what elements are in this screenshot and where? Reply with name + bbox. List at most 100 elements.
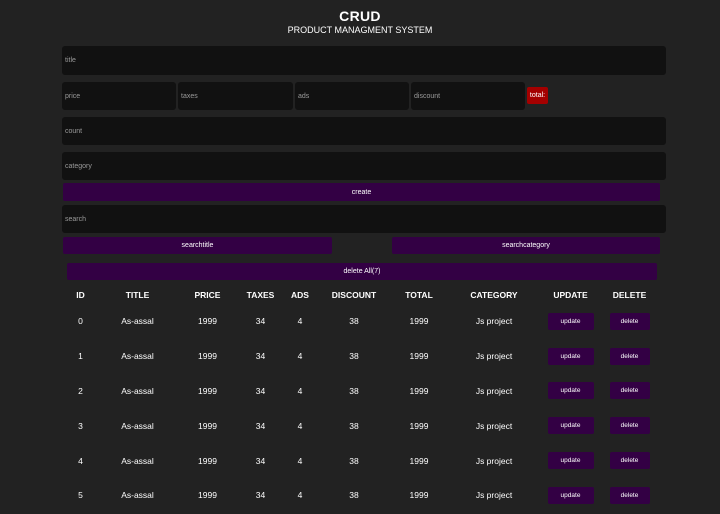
col-header-price: PRICE <box>194 290 221 300</box>
cell-discount: 38 <box>349 351 359 362</box>
delete-button[interactable]: delete <box>609 347 650 365</box>
cell-delete: delete <box>601 443 658 478</box>
cell-category: Js project <box>475 420 513 431</box>
cell-total: 1999 <box>409 385 429 396</box>
delete-button[interactable]: delete <box>609 382 650 400</box>
cell-delete: delete <box>601 304 658 339</box>
taxes-input[interactable]: taxes <box>178 82 293 110</box>
update-button[interactable]: update <box>547 417 594 435</box>
table-row: 0 As-assal 1999 34 4 38 1999 Js project update de… <box>62 304 658 339</box>
cell-total: 1999 <box>409 420 429 431</box>
ads-input[interactable]: ads <box>295 82 409 110</box>
col-header-id: ID <box>76 290 85 300</box>
col-header-ads: ADS <box>291 290 309 300</box>
cell-update: update <box>540 374 601 409</box>
cell-category: Js project <box>475 455 513 466</box>
table-row: 4 As-assal 1999 34 4 38 1999 Js project update de… <box>62 443 658 478</box>
cell-discount: 38 <box>349 490 359 501</box>
cell-id: 2 <box>78 385 83 396</box>
price-input[interactable]: price <box>62 82 176 110</box>
cell-update: update <box>540 478 601 513</box>
cell-price: 1999 <box>198 316 217 327</box>
update-button[interactable]: update <box>547 452 594 470</box>
products-table: ID TITLE PRICE TAXES ADS DISCOUNT TOTAL … <box>62 286 658 513</box>
cell-price: 1999 <box>198 385 217 396</box>
cell-ads: 4 <box>297 455 303 466</box>
cell-id: 4 <box>78 455 83 466</box>
cell-total: 1999 <box>409 351 429 362</box>
cell-update: update <box>540 443 601 478</box>
cell-discount: 38 <box>349 455 359 466</box>
page-title: CRUD <box>339 8 381 24</box>
cell-price: 1999 <box>198 490 217 501</box>
delete-button[interactable]: delete <box>609 312 650 330</box>
update-button[interactable]: update <box>547 312 594 330</box>
search-by-category-button[interactable]: searchcategory <box>392 237 660 254</box>
cell-update: update <box>540 339 601 374</box>
update-button[interactable]: update <box>547 486 594 504</box>
create-button[interactable]: create <box>63 183 660 201</box>
category-input[interactable]: category <box>62 152 666 180</box>
count-input[interactable]: count <box>62 117 666 145</box>
cell-total: 1999 <box>409 490 429 501</box>
title-input[interactable]: title <box>62 46 666 75</box>
delete-all-button[interactable]: delete All(7) <box>67 263 657 280</box>
cell-category: Js project <box>475 490 513 501</box>
cell-discount: 38 <box>349 316 359 327</box>
cell-category: Js project <box>475 385 513 396</box>
col-header-discount: DISCOUNT <box>331 290 377 300</box>
cell-ads: 4 <box>297 351 303 362</box>
cell-price: 1999 <box>198 455 217 466</box>
delete-button[interactable]: delete <box>609 417 650 435</box>
table-row: 5 As-assal 1999 34 4 38 1999 Js project update de… <box>62 478 658 513</box>
cell-ads: 4 <box>297 385 303 396</box>
cell-taxes: 34 <box>255 385 266 396</box>
cell-price: 1999 <box>198 420 217 431</box>
cell-taxes: 34 <box>255 455 266 466</box>
cell-delete: delete <box>601 408 658 443</box>
cell-category: Js project <box>475 316 513 327</box>
cell-title: As-assal <box>121 351 154 362</box>
table-row: 3 As-assal 1999 34 4 38 1999 Js project update de… <box>62 408 658 443</box>
header: CRUD PRODUCT MANAGMENT SYSTEM <box>0 0 720 36</box>
table-row: 2 As-assal 1999 34 4 38 1999 Js project update de… <box>62 374 658 409</box>
cell-taxes: 34 <box>255 316 266 327</box>
cell-delete: delete <box>601 339 658 374</box>
cell-delete: delete <box>601 374 658 409</box>
col-header-delete: DELETE <box>612 290 647 300</box>
cell-title: As-assal <box>121 316 154 327</box>
col-header-total: TOTAL <box>405 290 433 300</box>
discount-input[interactable]: discount <box>411 82 525 110</box>
cell-total: 1999 <box>409 316 429 327</box>
cell-ads: 4 <box>297 490 303 501</box>
cell-category: Js project <box>475 351 513 362</box>
cell-title: As-assal <box>121 385 154 396</box>
cell-ads: 4 <box>297 420 303 431</box>
cell-price: 1999 <box>198 351 217 362</box>
cell-update: update <box>540 408 601 443</box>
cell-discount: 38 <box>349 420 359 431</box>
delete-button[interactable]: delete <box>609 486 650 504</box>
cell-title: As-assal <box>121 455 154 466</box>
delete-button[interactable]: delete <box>609 452 650 470</box>
update-button[interactable]: update <box>547 347 594 365</box>
cell-taxes: 34 <box>255 420 266 431</box>
cell-update: update <box>540 304 601 339</box>
cell-id: 3 <box>78 420 83 431</box>
cell-id: 5 <box>78 490 83 501</box>
col-header-category: CATEGORY <box>470 290 518 300</box>
cell-ads: 4 <box>297 316 303 327</box>
cell-total: 1999 <box>409 455 429 466</box>
search-input[interactable]: search <box>62 205 666 233</box>
update-button[interactable]: update <box>547 382 594 400</box>
table-row: 1 As-assal 1999 34 4 38 1999 Js project update de… <box>62 339 658 374</box>
table-header-row: ID TITLE PRICE TAXES ADS DISCOUNT TOTAL … <box>62 286 658 304</box>
cell-id: 1 <box>78 351 83 362</box>
search-by-title-button[interactable]: searchtitle <box>63 237 332 254</box>
cell-taxes: 34 <box>255 351 266 362</box>
col-header-taxes: TAXES <box>246 290 275 300</box>
cell-discount: 38 <box>349 385 359 396</box>
cell-taxes: 34 <box>255 490 266 501</box>
total-display: total: <box>527 87 548 104</box>
page-subtitle: PRODUCT MANAGMENT SYSTEM <box>287 25 433 35</box>
